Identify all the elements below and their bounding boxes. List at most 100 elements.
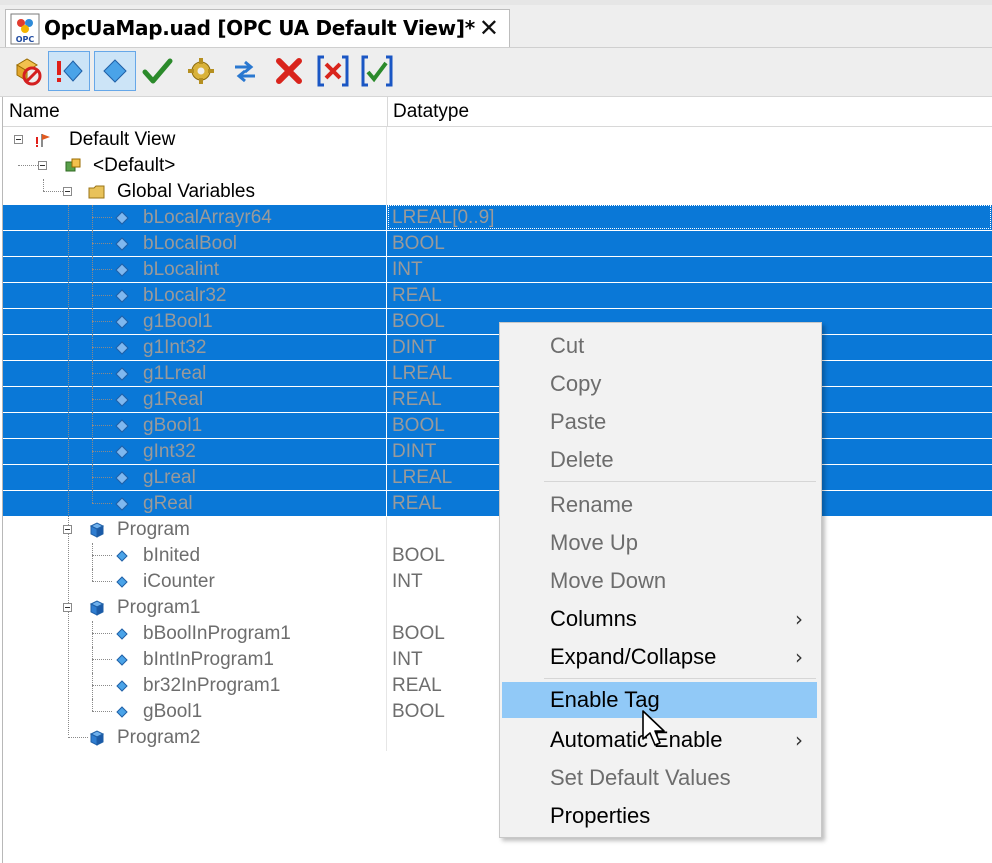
tag-row[interactable]: gInt32 DINT: [3, 439, 992, 465]
menu-item-delete[interactable]: Delete: [502, 442, 817, 478]
context-menu: Cut Copy Paste Delete Rename Move Up Mov…: [499, 322, 822, 838]
tag-row[interactable]: bLocalArrayr64 LREAL[0..9]: [3, 205, 992, 231]
tag-name: bInited: [143, 545, 201, 566]
column-header-name[interactable]: Name: [9, 101, 60, 123]
tree-row-program[interactable]: Program: [3, 517, 992, 543]
tag-tree-grid[interactable]: Name Datatype Default View <Default> Glo…: [2, 97, 992, 863]
tag-row[interactable]: br32InProgram1 REAL: [3, 673, 992, 699]
menu-item-move-down[interactable]: Move Down: [502, 563, 817, 599]
uncheck-all-icon: [317, 55, 349, 87]
delete-button[interactable]: [268, 51, 310, 91]
close-tab-icon[interactable]: ✕: [479, 14, 499, 42]
tree-line: [92, 543, 93, 569]
menu-item-properties[interactable]: Properties: [502, 798, 817, 834]
tag-row[interactable]: bLocalint INT: [3, 257, 992, 283]
column-divider[interactable]: [387, 97, 388, 126]
tree-line: [92, 257, 93, 283]
tree-line: [92, 269, 112, 270]
tag-row[interactable]: gLreal LREAL: [3, 465, 992, 491]
tree-line: [92, 335, 93, 361]
tree-line: [92, 347, 112, 348]
tag-row[interactable]: bLocalr32 REAL: [3, 283, 992, 309]
document-tab-title: OpcUaMap.uad [OPC UA Default View]*: [44, 16, 475, 40]
tree-node-label: Program2: [117, 727, 201, 748]
show-tags-button[interactable]: [94, 51, 136, 91]
tag-row[interactable]: gBool1 BOOL: [3, 413, 992, 439]
collapse-toggle-icon[interactable]: [63, 525, 72, 534]
tag-row[interactable]: g1Real REAL: [3, 387, 992, 413]
tag-row[interactable]: bIntInProgram1 INT: [3, 647, 992, 673]
menu-item-label: Properties: [550, 803, 651, 828]
tree-row-program1[interactable]: Program1: [3, 595, 992, 621]
tree-line: [92, 569, 93, 581]
tag-row[interactable]: bBoolInProgram1 BOOL: [3, 621, 992, 647]
menu-item-expand-collapse[interactable]: Expand/Collapse ›: [502, 639, 817, 675]
synchronize-button[interactable]: [224, 51, 266, 91]
tag-row[interactable]: g1Lreal LREAL: [3, 361, 992, 387]
check-all-button[interactable]: [356, 51, 398, 91]
tree-row-default[interactable]: <Default>: [3, 153, 992, 179]
document-tab[interactable]: OPC OpcUaMap.uad [OPC UA Default View]* …: [5, 9, 510, 47]
tag-row[interactable]: gBool1 BOOL: [3, 699, 992, 725]
tag-datatype: REAL: [392, 285, 442, 306]
tag-icon: [115, 393, 129, 407]
uncheck-all-button[interactable]: [312, 51, 354, 91]
tree-line: [43, 179, 44, 191]
datatype-cell: [388, 127, 992, 153]
name-cell: gBool1: [3, 413, 387, 439]
tree-row-default-view[interactable]: Default View: [3, 127, 992, 153]
tree-line: [92, 581, 112, 582]
tree-line: [92, 465, 93, 491]
collapse-toggle-icon[interactable]: [63, 603, 72, 612]
tree-line: [92, 413, 93, 439]
collapse-toggle-icon[interactable]: [14, 135, 23, 144]
tag-row[interactable]: gReal REAL: [3, 491, 992, 517]
menu-item-copy[interactable]: Copy: [502, 366, 817, 402]
tree-line: [92, 451, 112, 452]
disable-tags-button[interactable]: [6, 51, 48, 91]
collapse-toggle-icon[interactable]: [38, 161, 47, 170]
tag-datatype: BOOL: [392, 701, 445, 722]
name-cell: bLocalint: [3, 257, 387, 283]
tag-datatype: INT: [392, 259, 423, 280]
menu-item-paste[interactable]: Paste: [502, 404, 817, 440]
show-errors-button[interactable]: [48, 51, 90, 91]
menu-item-rename[interactable]: Rename: [502, 487, 817, 523]
tree-line: [92, 283, 93, 309]
name-cell: Global Variables: [3, 179, 387, 205]
tree-row-global-variables[interactable]: Global Variables: [3, 179, 992, 205]
tag-name: bLocalBool: [143, 233, 238, 254]
tree-row-program2[interactable]: Program2: [3, 725, 992, 751]
tag-name: gBool1: [143, 701, 203, 722]
menu-item-cut[interactable]: Cut: [502, 328, 817, 364]
tag-name: bLocalint: [143, 259, 220, 280]
tag-name: br32InProgram1: [143, 675, 281, 696]
menu-item-columns[interactable]: Columns ›: [502, 601, 817, 637]
tag-row[interactable]: bLocalBool BOOL: [3, 231, 992, 257]
tag-name: bBoolInProgram1: [143, 623, 291, 644]
tag-row[interactable]: iCounter INT: [3, 569, 992, 595]
tree-line: [43, 191, 63, 192]
name-cell: iCounter: [3, 569, 387, 595]
settings-button[interactable]: [180, 51, 222, 91]
menu-separator: [544, 481, 816, 482]
tag-name: bIntInProgram1: [143, 649, 274, 670]
tree-line: [92, 373, 112, 374]
enable-button[interactable]: [136, 51, 178, 91]
menu-item-move-up[interactable]: Move Up: [502, 525, 817, 561]
tag-row[interactable]: bInited BOOL: [3, 543, 992, 569]
name-cell: bInited: [3, 543, 387, 569]
name-cell: br32InProgram1: [3, 673, 387, 699]
name-cell: bLocalr32: [3, 283, 387, 309]
menu-item-set-default-values[interactable]: Set Default Values: [502, 760, 817, 796]
datatype-cell: REAL: [388, 283, 992, 309]
tag-row[interactable]: g1Bool1 BOOL: [3, 309, 992, 335]
tree-line: [18, 165, 38, 166]
collapse-toggle-icon[interactable]: [63, 187, 72, 196]
column-header: Name Datatype: [3, 97, 992, 127]
tag-name: iCounter: [143, 571, 215, 592]
column-header-datatype[interactable]: Datatype: [393, 101, 469, 123]
datatype-cell: BOOL: [388, 231, 992, 257]
tag-row[interactable]: g1Int32 DINT: [3, 335, 992, 361]
tag-name: g1Bool1: [143, 311, 213, 332]
